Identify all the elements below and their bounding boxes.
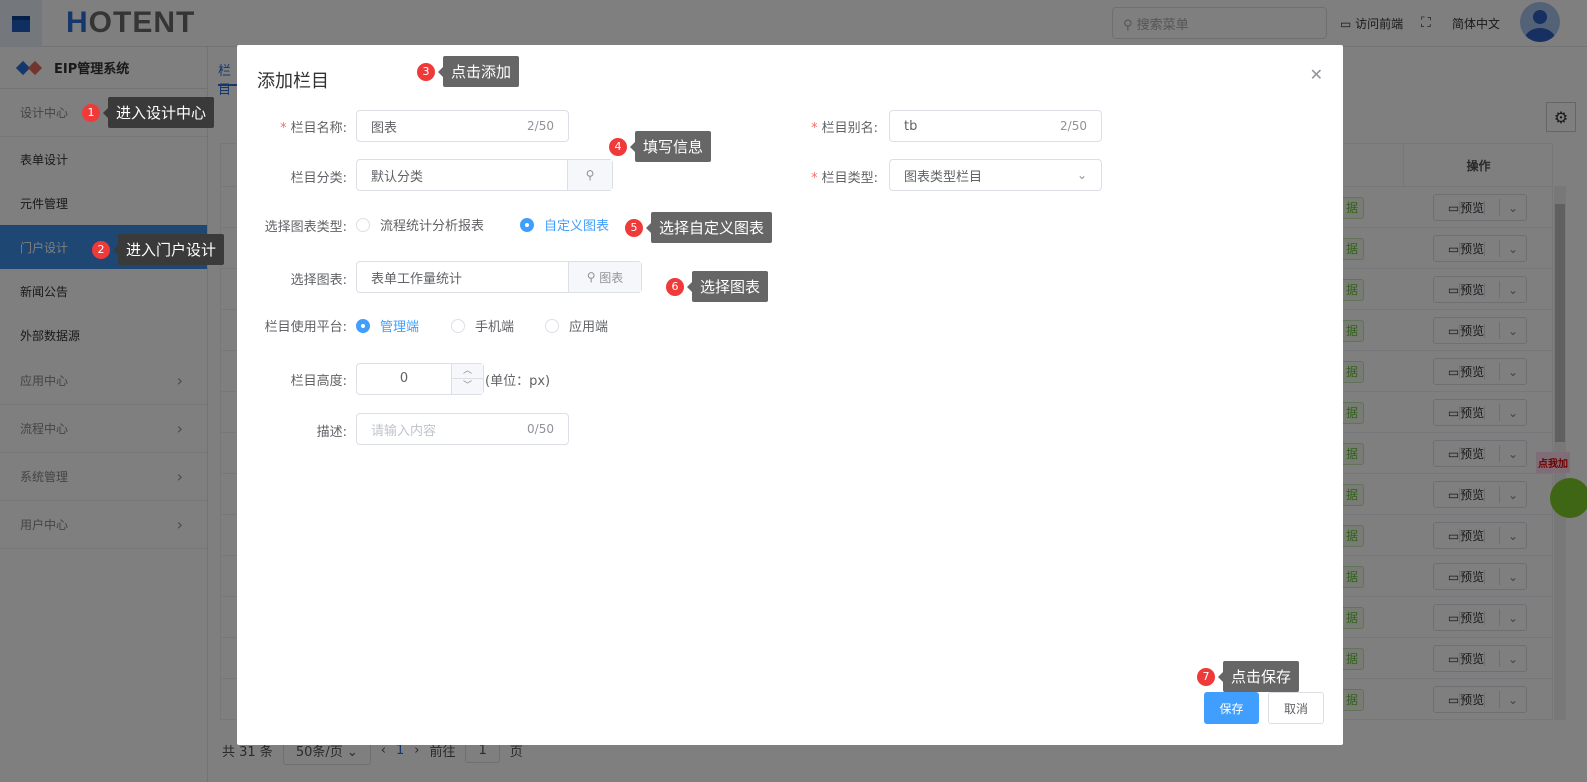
radio-icon xyxy=(545,318,559,333)
step-badge: 7 xyxy=(1197,667,1215,686)
chart-select-button[interactable]: ⚲ 图表 xyxy=(568,262,641,292)
height-unit: (单位：px) xyxy=(485,374,551,389)
category-input[interactable]: 默认分类 ⚲ xyxy=(356,159,613,191)
height-label: 栏目高度: xyxy=(290,374,347,389)
chevron-down-icon: ⌄ xyxy=(1076,168,1087,182)
chevron-up-icon[interactable]: ︿ xyxy=(451,364,483,379)
platform-label: 栏目使用平台: xyxy=(264,320,347,335)
height-value[interactable]: 0 xyxy=(357,364,451,394)
add-column-dialog: 添加栏目 ✕ * 栏目名称: 图表 2/50 * 栏目别名: tb 2/50 栏目分类:… xyxy=(237,45,1343,745)
name-input[interactable]: 图表 2/50 xyxy=(356,110,569,142)
step-tip: 1 进入设计中心 xyxy=(82,97,215,128)
step-badge: 1 xyxy=(82,103,100,122)
chart-label: 选择图表: xyxy=(290,273,347,288)
category-search-button[interactable]: ⚲ xyxy=(567,160,612,190)
cancel-button[interactable]: 取消 xyxy=(1268,692,1324,724)
step-text: 填写信息 xyxy=(629,131,712,162)
step-badge: 4 xyxy=(609,137,627,156)
step-text: 进入门户设计 xyxy=(112,234,225,265)
alias-input[interactable]: tb 2/50 xyxy=(889,110,1102,142)
step-tip: 5 选择自定义图表 xyxy=(625,212,773,243)
step-tip: 3 点击添加 xyxy=(417,56,520,87)
dialog-title: 添加栏目 xyxy=(257,71,329,92)
step-tip: 6 选择图表 xyxy=(666,271,769,302)
category-label: 栏目分类: xyxy=(290,171,347,186)
step-text: 点击添加 xyxy=(437,56,520,87)
step-text: 选择自定义图表 xyxy=(645,212,773,243)
chart-input[interactable]: 表单工作量统计 ⚲ 图表 xyxy=(356,261,642,293)
step-badge: 6 xyxy=(666,277,684,296)
desc-input[interactable]: 请输入内容 0/50 xyxy=(356,413,569,445)
radio-icon xyxy=(451,318,465,333)
radio-admin[interactable]: 管理端 xyxy=(356,316,419,335)
radio-process-report[interactable]: 流程统计分析报表 xyxy=(356,215,484,234)
height-stepper[interactable]: 0 ︿ ﹀ xyxy=(356,363,484,395)
desc-label: 描述: xyxy=(316,425,347,440)
radio-custom-chart[interactable]: 自定义图表 xyxy=(520,215,609,234)
step-tip: 7 点击保存 xyxy=(1197,661,1300,692)
close-icon[interactable]: ✕ xyxy=(1310,65,1323,84)
type-select[interactable]: 图表类型栏目 ⌄ xyxy=(889,159,1102,191)
name-label: * 栏目名称: xyxy=(280,121,347,136)
save-button[interactable]: 保存 xyxy=(1204,692,1259,724)
type-label: * 栏目类型: xyxy=(811,171,878,186)
chevron-down-icon[interactable]: ﹀ xyxy=(451,379,483,394)
chart-type-label: 选择图表类型: xyxy=(264,220,347,235)
search-icon: ⚲ xyxy=(586,270,600,284)
step-tip: 4 填写信息 xyxy=(609,131,712,162)
radio-app[interactable]: 应用端 xyxy=(545,316,608,335)
step-text: 选择图表 xyxy=(686,271,769,302)
step-text: 点击保存 xyxy=(1217,661,1300,692)
alias-label: * 栏目别名: xyxy=(811,121,878,136)
step-tip: 2 进入门户设计 xyxy=(92,234,225,265)
radio-mobile[interactable]: 手机端 xyxy=(451,316,514,335)
radio-checked-icon xyxy=(356,318,370,333)
step-text: 进入设计中心 xyxy=(102,97,215,128)
step-badge: 5 xyxy=(625,218,643,237)
step-badge: 3 xyxy=(417,62,435,81)
search-icon: ⚲ xyxy=(585,168,595,182)
radio-checked-icon xyxy=(520,217,534,232)
radio-icon xyxy=(356,217,370,232)
step-badge: 2 xyxy=(92,240,110,259)
